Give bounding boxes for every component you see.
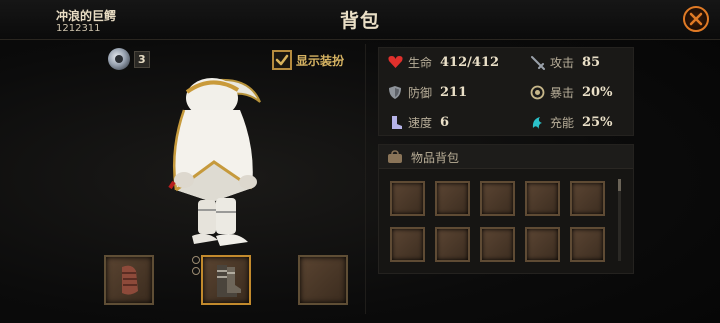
heart-icon	[387, 54, 403, 70]
stat-attack: 攻击 85	[529, 52, 600, 72]
sword-icon	[529, 54, 545, 70]
inventory-title: 物品背包	[411, 151, 460, 165]
show-dress-label: 显示装扮	[296, 53, 345, 68]
inventory-slot[interactable]	[525, 227, 560, 262]
stat-value: 85	[582, 54, 601, 70]
stat-value: 25%	[582, 114, 613, 130]
inventory-slot[interactable]	[435, 227, 470, 262]
inventory-slot[interactable]	[570, 227, 605, 262]
inventory-scrollbar[interactable]	[618, 179, 621, 261]
crit-icon	[529, 84, 545, 100]
shield-icon	[387, 84, 403, 100]
inventory-slot[interactable]	[480, 227, 515, 262]
equip-slot-boots[interactable]	[201, 255, 251, 305]
stat-value: 20%	[582, 84, 613, 100]
stat-hp: 生命 412/412	[387, 52, 499, 72]
inventory-slot[interactable]	[435, 181, 470, 216]
equip-slot-glove[interactable]	[104, 255, 154, 305]
show-dress-toggle[interactable]: 显示装扮	[272, 50, 344, 70]
stat-energy: 充能 25%	[529, 112, 612, 132]
close-button[interactable]	[683, 6, 709, 32]
stat-label: 充能	[550, 115, 575, 130]
inventory-slot[interactable]	[390, 227, 425, 262]
inventory-slot[interactable]	[525, 181, 560, 216]
stat-crit: 暴击 20%	[529, 82, 612, 102]
inventory-slot[interactable]	[390, 181, 425, 216]
stat-label: 攻击	[550, 55, 575, 70]
inventory-header: 物品背包	[379, 145, 633, 169]
coin-icon	[108, 48, 130, 70]
show-dress-checkbox[interactable]	[272, 50, 292, 70]
boots-icon	[217, 265, 241, 297]
scrollbar-thumb[interactable]	[618, 179, 621, 191]
stat-label: 生命	[408, 55, 433, 70]
bag-icon	[388, 150, 402, 163]
energy-icon	[529, 114, 545, 130]
stat-defense: 防御 211	[387, 82, 467, 102]
header-bar: 冲浪的巨鳄 1212311 背包	[0, 0, 720, 40]
stat-value: 6	[440, 114, 450, 130]
stat-value: 412/412	[440, 54, 500, 70]
checkmark-icon	[275, 54, 289, 66]
stats-panel: 生命 412/412 攻击 85 防御 211 暴击 20% 速度 6 充能 2…	[378, 47, 634, 136]
character-model	[168, 78, 261, 246]
boot-speed-icon	[387, 114, 403, 130]
stat-label: 速度	[408, 115, 433, 130]
inventory-slot[interactable]	[570, 181, 605, 216]
stat-label: 防御	[408, 85, 433, 100]
glove-icon	[122, 265, 138, 295]
close-icon	[689, 12, 703, 26]
inventory-slot[interactable]	[480, 181, 515, 216]
equip-indicator	[192, 256, 200, 278]
currency-count: 3	[134, 50, 150, 68]
indicator-dot	[192, 267, 200, 275]
currency-display: 3	[108, 48, 150, 70]
backpack-screen: 冲浪的巨鳄 1212311 背包 3 显示装扮 生命 412/412 攻击 85…	[0, 0, 720, 323]
panel-divider	[365, 44, 366, 314]
indicator-dot	[192, 256, 200, 264]
stat-label: 暴击	[550, 85, 575, 100]
equip-slot-empty[interactable]	[298, 255, 348, 305]
page-title: 背包	[339, 10, 380, 32]
stat-value: 211	[440, 84, 468, 100]
stat-speed: 速度 6	[387, 112, 449, 132]
